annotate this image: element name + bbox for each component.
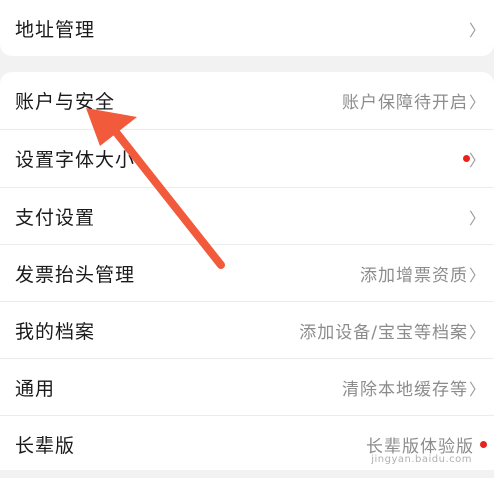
chevron-right-icon: 〉 — [468, 322, 485, 342]
general-label: 通用 — [15, 378, 56, 400]
chevron-right-icon: 〉 — [468, 265, 485, 285]
font-size-label: 设置字体大小 — [15, 149, 136, 171]
account-security-value: 账户保障待开启 — [342, 93, 468, 113]
chevron-right-icon: 〉 — [468, 150, 485, 170]
payment-settings-row[interactable]: 支付设置 〉 — [0, 188, 494, 245]
account-security-row[interactable]: 账户与安全 账户保障待开启 〉 — [0, 72, 494, 129]
invoice-title-row[interactable]: 发票抬头管理 添加增票资质 〉 — [0, 245, 494, 302]
my-profile-label: 我的档案 — [15, 321, 96, 343]
general-value: 清除本地缓存等 — [342, 380, 468, 400]
chevron-right-icon: 〉 — [468, 208, 485, 228]
address-management-row[interactable]: 地址管理 〉 — [0, 0, 494, 57]
account-security-label: 账户与安全 — [15, 91, 116, 113]
my-profile-value: 添加设备/宝宝等档案 — [299, 323, 468, 343]
invoice-title-value: 添加增票资质 — [360, 266, 468, 286]
chevron-right-icon: 〉 — [468, 20, 485, 40]
chevron-right-icon: 〉 — [468, 92, 485, 112]
invoice-title-label: 发票抬头管理 — [15, 264, 136, 286]
payment-settings-label: 支付设置 — [15, 207, 96, 229]
elder-mode-label: 长辈版 — [15, 435, 76, 457]
watermark: jingyan.baidu.com — [371, 454, 472, 465]
font-size-row[interactable]: 设置字体大小 〉 — [0, 130, 494, 187]
address-card: 地址管理 〉 — [0, 0, 494, 56]
chevron-right-icon: 〉 — [468, 379, 485, 399]
my-profile-row[interactable]: 我的档案 添加设备/宝宝等档案 〉 — [0, 302, 494, 359]
settings-card: 账户与安全 账户保障待开启 〉 设置字体大小 〉 支付设置 〉 发票抬头管理 添… — [0, 72, 494, 470]
address-management-label: 地址管理 — [15, 19, 96, 41]
general-row[interactable]: 通用 清除本地缓存等 〉 — [0, 359, 494, 416]
red-dot-badge — [480, 441, 487, 448]
